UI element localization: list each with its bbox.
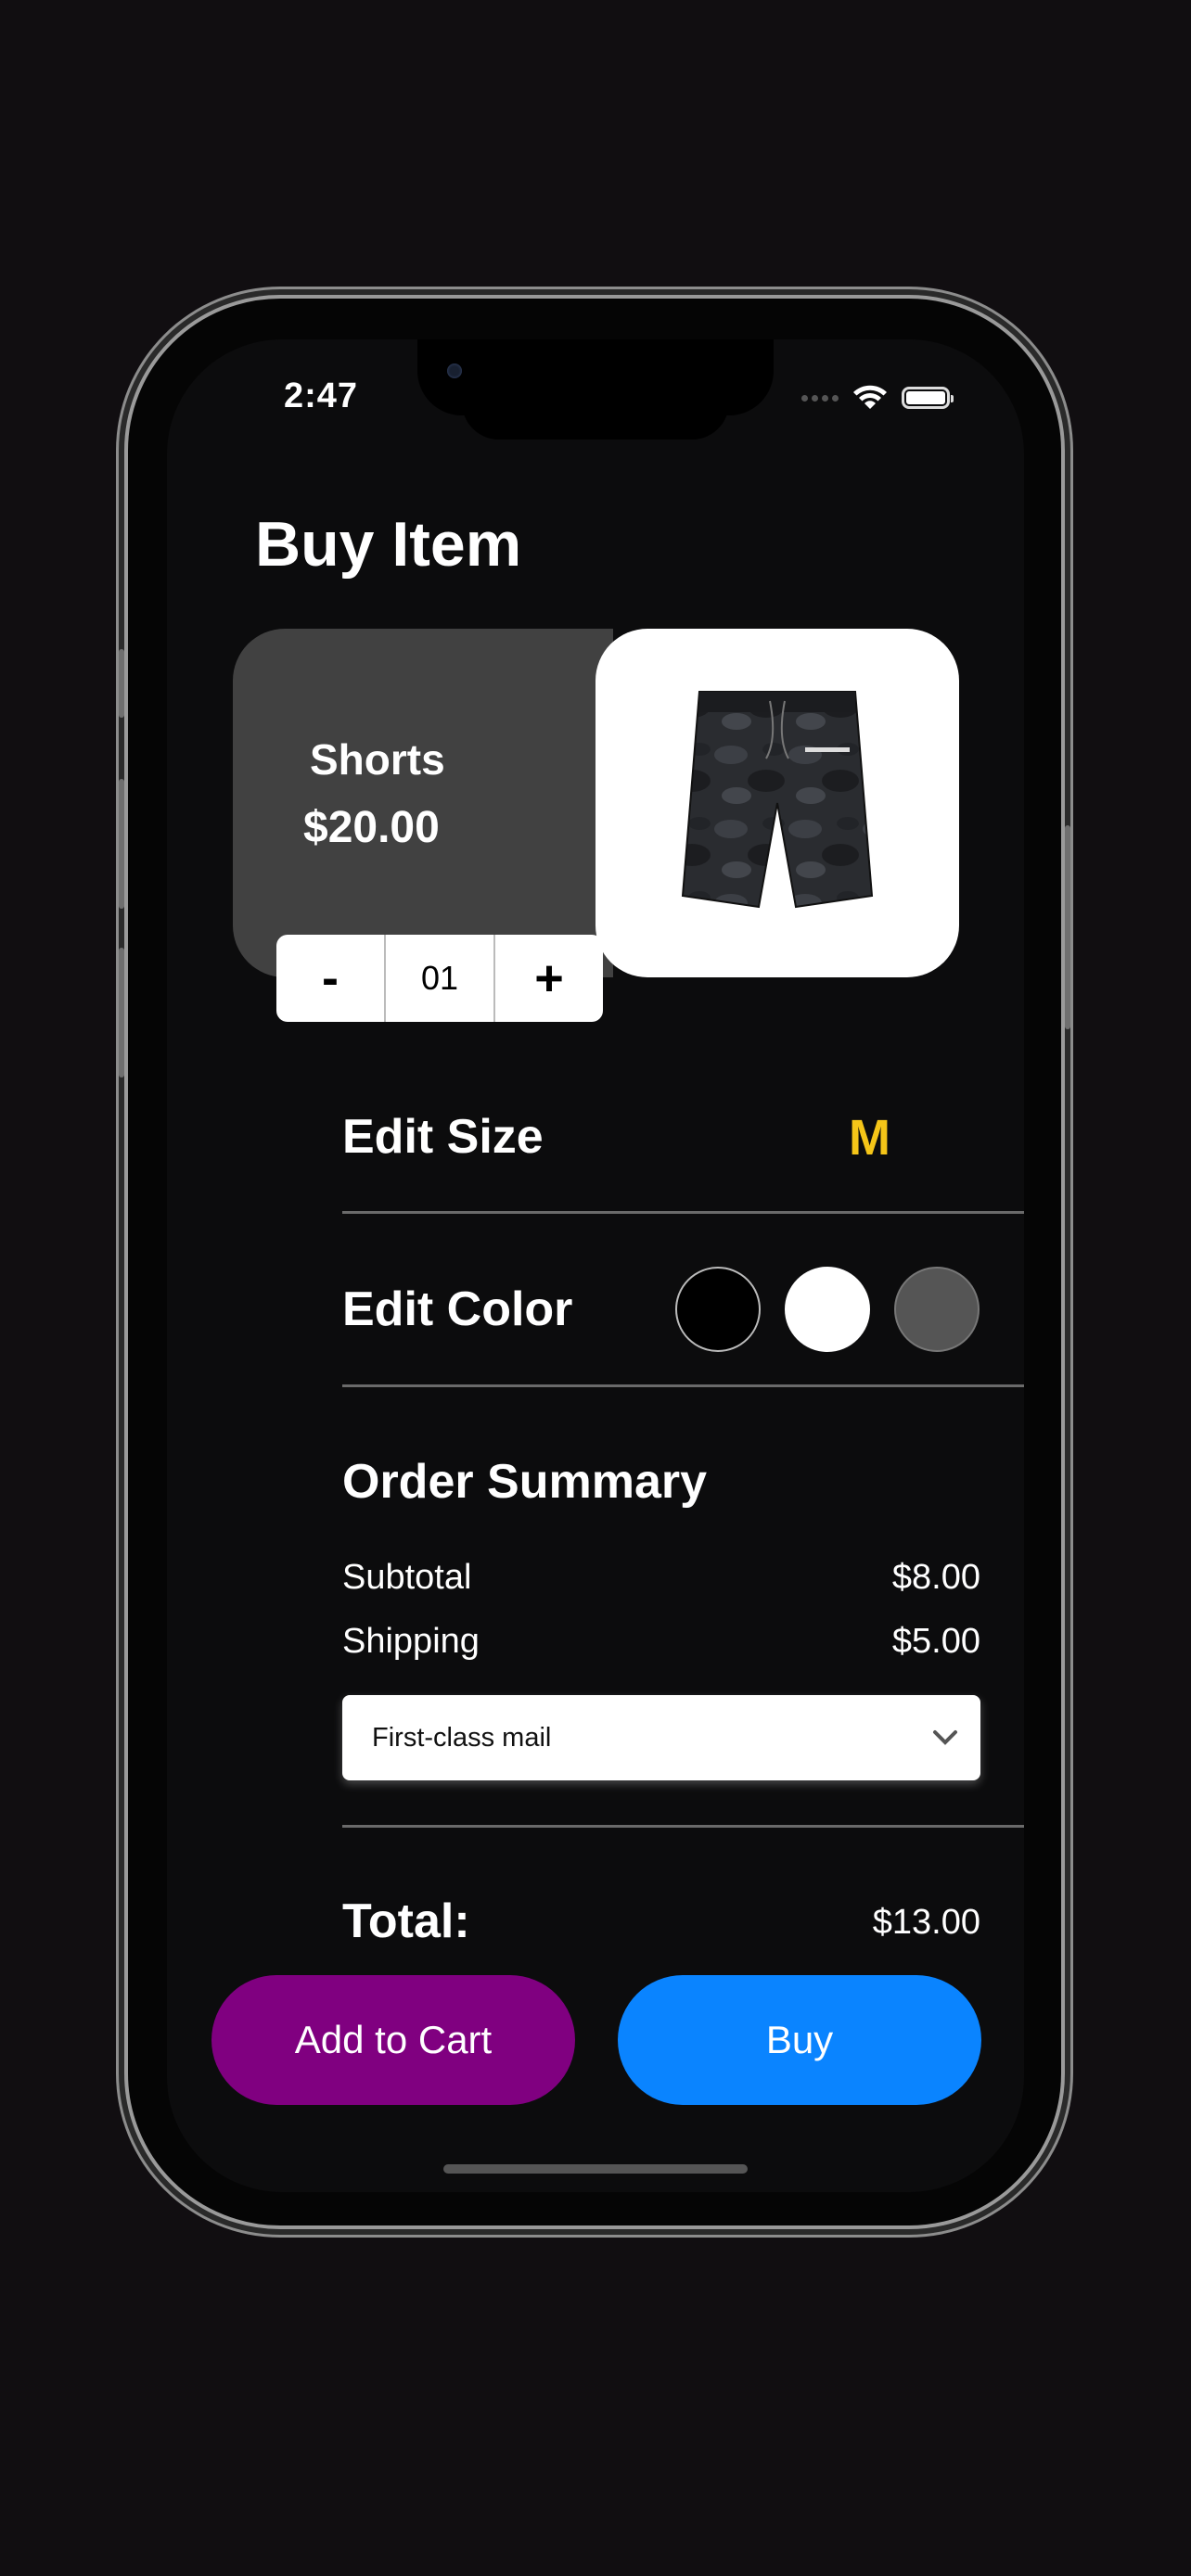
color-swatch-gray[interactable] — [894, 1267, 980, 1352]
subtotal-value: $8.00 — [891, 1558, 980, 1597]
status-icons — [801, 384, 954, 412]
divider — [342, 1384, 1024, 1387]
wifi-icon — [853, 385, 887, 409]
product-price: $20.00 — [303, 803, 440, 852]
power-button — [1065, 825, 1070, 1029]
increment-button[interactable]: + — [495, 935, 603, 1022]
app-screen: 2:47 Buy Item Shorts $20.00 - 01 + Edit … — [167, 339, 1024, 2192]
dynamic-island — [462, 376, 729, 440]
subtotal-label: Subtotal — [342, 1558, 472, 1597]
chevron-down-icon — [933, 1730, 957, 1745]
color-swatch-black[interactable] — [675, 1267, 761, 1352]
divider — [342, 1825, 1024, 1828]
total-label: Total: — [342, 1894, 470, 1948]
home-indicator — [443, 2164, 748, 2174]
quantity-value[interactable]: 01 — [384, 935, 495, 1022]
shipping-method-value: First-class mail — [372, 1722, 552, 1753]
signal-dots-icon — [801, 394, 839, 402]
camo-shorts-image — [681, 691, 874, 909]
page-title: Buy Item — [255, 509, 522, 580]
add-to-cart-button[interactable]: Add to Cart — [211, 1975, 575, 2105]
decrement-button[interactable]: - — [276, 935, 384, 1022]
divider — [342, 1211, 1024, 1214]
edit-color-label: Edit Color — [342, 1282, 573, 1336]
total-value: $13.00 — [872, 1903, 980, 1942]
product-name: Shorts — [310, 735, 445, 784]
quantity-stepper: - 01 + — [276, 935, 603, 1022]
buy-button[interactable]: Buy — [618, 1975, 981, 2105]
volume-down-button — [119, 948, 124, 1078]
shipping-value: $5.00 — [891, 1622, 980, 1661]
edit-size-label: Edit Size — [342, 1110, 544, 1164]
order-summary-heading: Order Summary — [342, 1455, 708, 1509]
volume-up-button — [119, 779, 124, 909]
action-button — [119, 649, 124, 718]
shipping-method-select[interactable]: First-class mail — [342, 1695, 980, 1780]
product-image — [596, 629, 959, 977]
status-time: 2:47 — [284, 376, 359, 415]
color-swatch-white[interactable] — [785, 1267, 870, 1352]
front-camera — [447, 363, 462, 378]
size-value[interactable]: M — [849, 1109, 890, 1167]
battery-icon — [902, 387, 954, 409]
shipping-label: Shipping — [342, 1622, 480, 1661]
